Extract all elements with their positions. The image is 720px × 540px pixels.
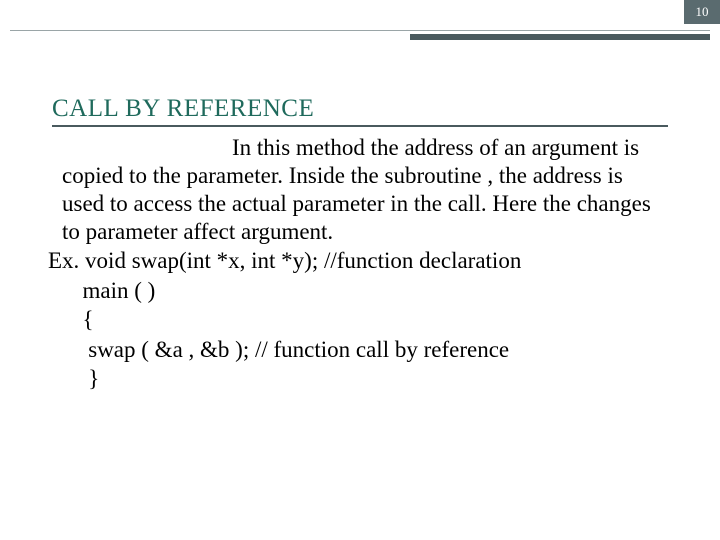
code-line: main ( ): [48, 278, 155, 303]
slide-paragraph: In this method the address of an argumen…: [62, 134, 668, 246]
page-number-badge: 10: [684, 0, 720, 24]
rule-thin: [10, 30, 710, 31]
slide-title: CALL BY REFERENCE: [52, 95, 668, 127]
code-line: {: [48, 307, 94, 332]
slide-body: In this method the address of an argumen…: [62, 134, 668, 393]
code-line: }: [48, 366, 99, 391]
code-line: swap ( &a , &b ); // function call by re…: [48, 337, 509, 362]
slide: 10 CALL BY REFERENCE In this method the …: [0, 0, 720, 540]
code-line: Ex. void swap(int *x, int *y); //functio…: [48, 248, 521, 273]
page-number: 10: [696, 4, 709, 19]
rule-thick: [410, 34, 710, 40]
code-block: Ex. void swap(int *x, int *y); //functio…: [48, 246, 668, 393]
header-rule: [0, 30, 720, 42]
